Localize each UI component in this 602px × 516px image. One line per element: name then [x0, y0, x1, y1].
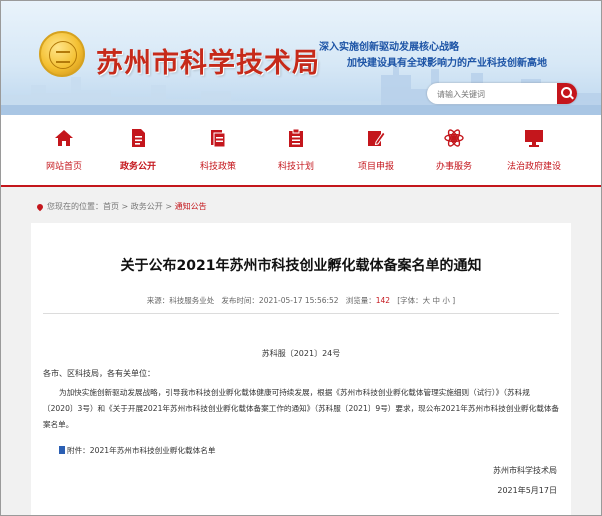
nav-item-government-affairs[interactable]: 政务公开 — [103, 115, 173, 187]
breadcrumb: 您现在的位置：首页 > 政务公开 > 通知公告 — [35, 201, 207, 212]
edit-icon — [368, 131, 386, 146]
views-label: 浏览量： — [345, 296, 376, 305]
article-meta: 来源：科技服务业处 发布时间：2021-05-17 15:56:52 浏览量：1… — [31, 295, 571, 306]
article-body: 为加快实施创新驱动发展战略，引导我市科技创业孵化载体健康可持续发展，根据《苏州市… — [43, 388, 560, 429]
article-card: 关于公布2021年苏州市科技创业孵化载体备案名单的通知 来源：科技服务业处 发布… — [31, 223, 571, 515]
document-number: 苏科服〔2021〕24号 — [261, 349, 341, 358]
policy-icon — [211, 130, 226, 148]
browser-frame: 苏州市科学技术局 深入实施创新驱动发展核心战略 加快建设具有全球影响力的产业科技… — [0, 0, 602, 516]
attachment-link[interactable]: 附件：2021年苏州市科技创业孵化载体名单 — [59, 445, 215, 456]
nav-item-policy[interactable]: 科技政策 — [183, 115, 253, 187]
nav-item-label: 法治政府建设 — [506, 162, 561, 172]
article-publish-time: 发布时间：2021-05-17 15:56:52 — [221, 296, 339, 305]
plan-icon — [289, 128, 303, 147]
document-icon — [132, 129, 145, 147]
article-date: 2021年5月17日 — [497, 486, 557, 495]
views-count: 142 — [375, 296, 391, 305]
nav-item-label: 科技计划 — [277, 162, 314, 172]
breadcrumb-prefix: 您现在的位置： — [47, 202, 103, 211]
service-icon — [444, 129, 464, 147]
nav-item-label: 办事服务 — [435, 162, 472, 172]
government-emblem-logo — [39, 31, 85, 77]
search-button[interactable] — [557, 83, 577, 104]
attachment-label: 附件：2021年苏州市科技创业孵化载体名单 — [67, 446, 216, 455]
breadcrumb-separator: > — [119, 202, 131, 211]
file-icon — [59, 446, 65, 454]
slogan-line-1: 深入实施创新驱动发展核心战略 — [319, 42, 459, 53]
nav-item-project-application[interactable]: 项目申报 — [341, 115, 411, 187]
nav-item-label: 科技政策 — [199, 162, 236, 172]
article-title: 关于公布2021年苏州市科技创业孵化载体备案名单的通知 — [120, 258, 482, 274]
slogan-line-2: 加快建设具有全球影响力的产业科技创新高地 — [347, 58, 547, 69]
breadcrumb-home[interactable]: 首页 — [103, 202, 119, 211]
article-source: 来源：科技服务业处 — [146, 296, 215, 305]
font-size-switcher[interactable]: [字体：大 中 小 ] — [397, 296, 455, 305]
nav-item-plan[interactable]: 科技计划 — [261, 115, 331, 187]
nav-item-label: 项目申报 — [357, 162, 394, 172]
search-box — [427, 83, 577, 104]
breadcrumb-government-affairs[interactable]: 政务公开 — [131, 202, 163, 211]
header-banner: 苏州市科学技术局 深入实施创新驱动发展核心战略 加快建设具有全球影响力的产业科技… — [1, 1, 601, 115]
meta-divider — [43, 313, 559, 314]
monitor-icon — [525, 130, 543, 147]
nav-item-label: 网站首页 — [45, 162, 82, 172]
nav-item-home[interactable]: 网站首页 — [29, 115, 99, 187]
site-title: 苏州市科学技术局 — [96, 48, 320, 79]
breadcrumb-current[interactable]: 通知公告 — [175, 202, 207, 211]
nav-item-services[interactable]: 办事服务 — [419, 115, 489, 187]
signature: 苏州市科学技术局 — [493, 466, 557, 475]
nav-item-rule-of-law[interactable]: 法治政府建设 — [499, 115, 569, 187]
location-pin-icon — [35, 202, 45, 211]
breadcrumb-separator: > — [162, 202, 175, 211]
home-icon — [55, 130, 73, 146]
search-input[interactable] — [435, 85, 549, 103]
main-nav: 网站首页 政务公开 科技政策 科技计划 项目申报 办事服务 法治政府建设 — [1, 115, 601, 187]
nav-item-label: 政务公开 — [119, 162, 156, 172]
greeting: 各市、区科技局，各有关单位： — [43, 369, 155, 378]
